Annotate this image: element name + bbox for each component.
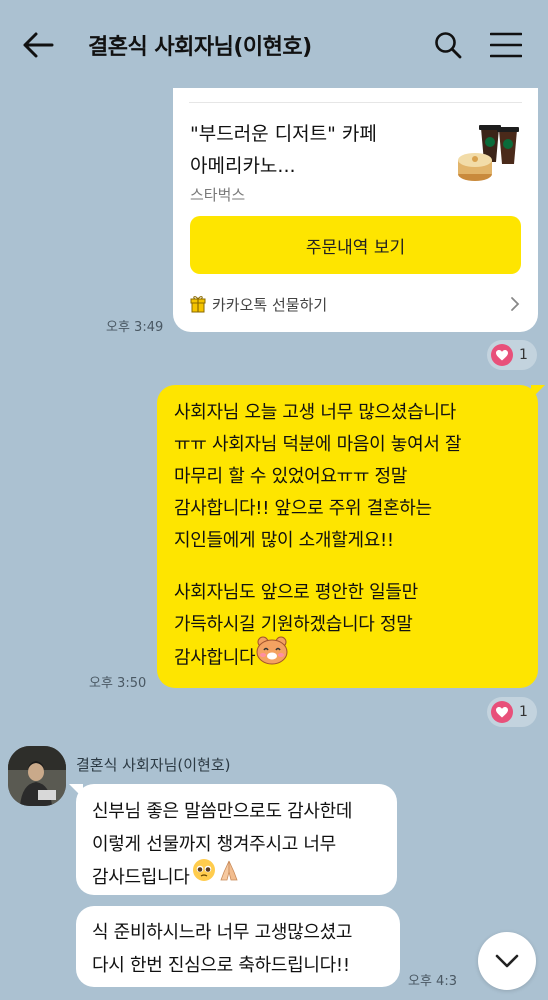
gift-box-icon <box>190 296 206 313</box>
message-line: 사회자님도 앞으로 평안한 일들만 <box>174 582 418 603</box>
gift-brand: 스타벅스 <box>190 186 246 204</box>
message-line: 사회자님 오늘 고생 너무 많으셨습니다 <box>174 402 456 423</box>
smiling-bear-emoticon-icon <box>255 635 289 676</box>
search-icon <box>435 32 462 59</box>
bubble-tail <box>69 784 83 798</box>
gift-message-card[interactable]: "부드러운 디저트" 카페 아메리카노... 스타벅스 주문내역 보기 카카오톡… <box>173 88 538 332</box>
back-button[interactable] <box>22 25 62 65</box>
message-line: 감사합니다 <box>174 647 256 669</box>
message-line: 가득하시길 기원하겠습니다 정말 <box>174 614 413 635</box>
heart-reaction-badge[interactable]: 1 <box>487 697 537 727</box>
my-message-bubble[interactable]: 사회자님 오늘 고생 너무 많으셨습니다 ㅠㅠ 사회자님 덕분에 마음이 놓여서… <box>157 385 545 688</box>
menu-button[interactable] <box>486 25 526 65</box>
search-button[interactable] <box>428 25 468 65</box>
gift-footer-label: 카카오톡 선물하기 <box>212 295 328 314</box>
chat-title: 결혼식 사회자님(이현호) <box>88 35 312 60</box>
arrow-left-icon <box>23 32 54 58</box>
gift-footer-link[interactable]: 카카오톡 선물하기 <box>190 284 520 324</box>
message-time: 오후 3:50 <box>89 676 147 691</box>
heart-icon <box>491 344 513 366</box>
message-line: 감사드립니다 <box>92 867 190 888</box>
chat-header: 결혼식 사회자님(이현호) <box>0 0 548 90</box>
message-line: 신부님 좋은 말씀만으로도 감사한데 <box>92 801 353 822</box>
reaction-count: 1 <box>519 347 528 363</box>
message-line: 지인들에게 많이 소개할게요!! <box>174 530 394 551</box>
sender-name: 결혼식 사회자님(이현호) <box>76 756 231 774</box>
received-message-bubble[interactable]: 식 준비하시느라 너무 고생많으셨고 다시 한번 진심으로 축하드립니다!! <box>76 906 400 987</box>
gift-name-line: 아메리카노... <box>190 155 296 177</box>
received-message-bubble[interactable]: 신부님 좋은 말씀만으로도 감사한데 이렇게 선물까지 챙겨주시고 너무 감사드… <box>69 784 397 895</box>
order-history-button[interactable]: 주문내역 보기 <box>190 216 521 274</box>
divider <box>189 102 522 103</box>
message-line: ㅠㅠ 사회자님 덕분에 마음이 놓여서 잘 <box>174 434 462 455</box>
message-line-last: 감사드립니다 <box>92 858 383 894</box>
message-line: 식 준비하시느라 너무 고생많으셨고 <box>92 922 353 943</box>
message-line: 감사합니다!! 앞으로 주위 결혼하는 <box>174 498 432 519</box>
scroll-to-bottom-button[interactable] <box>478 932 536 990</box>
chevron-down-icon <box>495 954 519 968</box>
chevron-right-icon <box>511 297 520 311</box>
gift-product-name: "부드러운 디저트" 카페 아메리카노... <box>190 118 450 182</box>
folded-hands-emoji-icon <box>218 858 240 893</box>
message-line-last: 감사합니다 <box>174 636 524 676</box>
reaction-count: 1 <box>519 704 528 720</box>
gift-name-line: "부드러운 디저트" 카페 <box>190 123 377 145</box>
hamburger-menu-icon <box>490 32 522 58</box>
bubble-tail <box>531 385 545 399</box>
heart-reaction-badge[interactable]: 1 <box>487 340 537 370</box>
message-line: 다시 한번 진심으로 축하드립니다!! <box>92 955 350 976</box>
message-time: 오후 4:3 <box>408 974 457 989</box>
heart-icon <box>491 701 513 723</box>
avatar[interactable] <box>8 746 66 806</box>
pleading-face-emoji-icon <box>192 858 216 893</box>
message-time: 오후 3:49 <box>106 320 164 335</box>
message-line: 이렇게 선물까지 챙겨주시고 너무 <box>92 834 336 855</box>
message-line: 마무리 할 수 있었어요ㅠㅠ 정말 <box>174 466 408 487</box>
coffee-product-image <box>455 122 525 184</box>
